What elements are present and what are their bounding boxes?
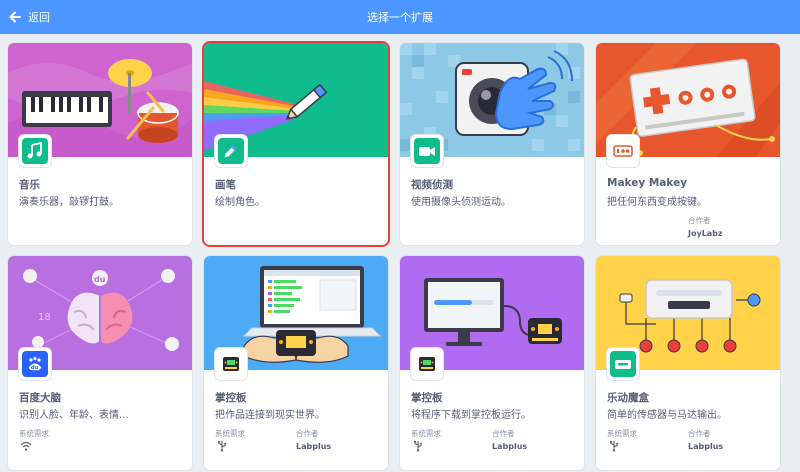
wifi-icon — [20, 441, 32, 451]
collaborator-label: 合作者 — [296, 429, 319, 438]
collaborator-name: Labplus — [492, 442, 528, 451]
requirement-label: 系统需求 — [411, 429, 441, 438]
page-title: 选择一个扩展 — [367, 11, 433, 24]
extension-badge — [215, 348, 247, 380]
requirement-label: 系统需求 — [607, 429, 637, 438]
top-bar: 返回 选择一个扩展 — [0, 0, 800, 34]
extension-name: 视频侦测 — [411, 179, 453, 191]
extension-description: 把任何东西变成按键。 — [607, 197, 707, 208]
extension-card-mpython-board[interactable]: 掌控板 把作品连接到现实世界。 系统需求 合作者 Labplus — [204, 256, 388, 470]
collaborator-name: Labplus — [688, 442, 724, 451]
extension-description: 演奏乐器，敲锣打鼓。 — [19, 197, 119, 208]
mpython-board-icon — [223, 357, 239, 371]
extension-card-makey-makey[interactable]: Makey Makey 把任何东西变成按键。 合作者 JoyLabz — [596, 43, 780, 245]
extension-badge — [19, 135, 51, 167]
collaborator-name: JoyLabz — [688, 229, 723, 238]
extension-name: Makey Makey — [607, 177, 688, 189]
pen-icon — [224, 145, 237, 158]
svg-text:du: du — [31, 365, 39, 371]
collaborator-name: Labplus — [296, 442, 332, 451]
extension-name: 掌控板 — [215, 392, 247, 404]
extension-card-mpython-board-download[interactable]: 掌控板 将程序下载到掌控板运行。 系统需求 合作者 Labplus — [400, 256, 584, 470]
collaborator-label: 合作者 — [688, 429, 711, 438]
extension-description: 把作品连接到现实世界。 — [215, 410, 325, 421]
baidu-du-icon: du — [29, 356, 41, 371]
extension-card-video-sensing[interactable]: 视频侦测 使用摄像头侦测运动。 — [400, 43, 584, 245]
mpython-board-icon — [419, 357, 435, 371]
usb-icon — [218, 441, 226, 452]
extension-badge — [607, 135, 639, 167]
extension-card-baidu-brain[interactable]: 18 du du 百度大脑 识别人脸、年龄、表情... 系统需求 — [8, 256, 192, 470]
collaborator-label: 合作者 — [688, 216, 711, 225]
extension-badge — [607, 348, 639, 380]
svg-text:18: 18 — [38, 312, 51, 323]
extension-description: 绘制角色。 — [215, 197, 265, 208]
requirement-label: 系统需求 — [19, 429, 49, 438]
extension-card-music[interactable]: 音乐 演奏乐器，敲锣打鼓。 — [8, 43, 192, 245]
collaborator-label: 合作者 — [492, 429, 515, 438]
extension-name: 画笔 — [215, 179, 236, 191]
extension-description: 识别人脸、年龄、表情... — [19, 410, 129, 421]
extension-badge — [411, 348, 443, 380]
video-camera-icon — [419, 147, 435, 156]
music-box-icon — [615, 360, 631, 369]
extension-badge: du — [19, 348, 51, 380]
extension-name: 乐动魔盒 — [607, 392, 649, 404]
requirement-label: 系统需求 — [215, 429, 245, 438]
extension-name: 掌控板 — [411, 392, 443, 404]
svg-text:du: du — [94, 275, 106, 284]
makey-makey-icon — [613, 145, 633, 157]
extension-card-pen[interactable]: 画笔 绘制角色。 — [204, 43, 388, 245]
extension-badge — [215, 135, 247, 167]
extension-description: 简单的传感器与马达输出。 — [607, 410, 727, 421]
extension-card-music-box[interactable]: 乐动魔盒 简单的传感器与马达输出。 系统需求 合作者 Labplus — [596, 256, 780, 470]
usb-icon — [610, 441, 618, 452]
music-note-icon — [27, 141, 42, 159]
extension-name: 音乐 — [19, 179, 40, 191]
extension-description: 使用摄像头侦测运动。 — [411, 197, 511, 208]
extension-name: 百度大脑 — [19, 392, 61, 404]
extension-badge — [411, 135, 443, 167]
usb-icon — [414, 441, 422, 452]
extension-description: 将程序下载到掌控板运行。 — [411, 410, 531, 421]
